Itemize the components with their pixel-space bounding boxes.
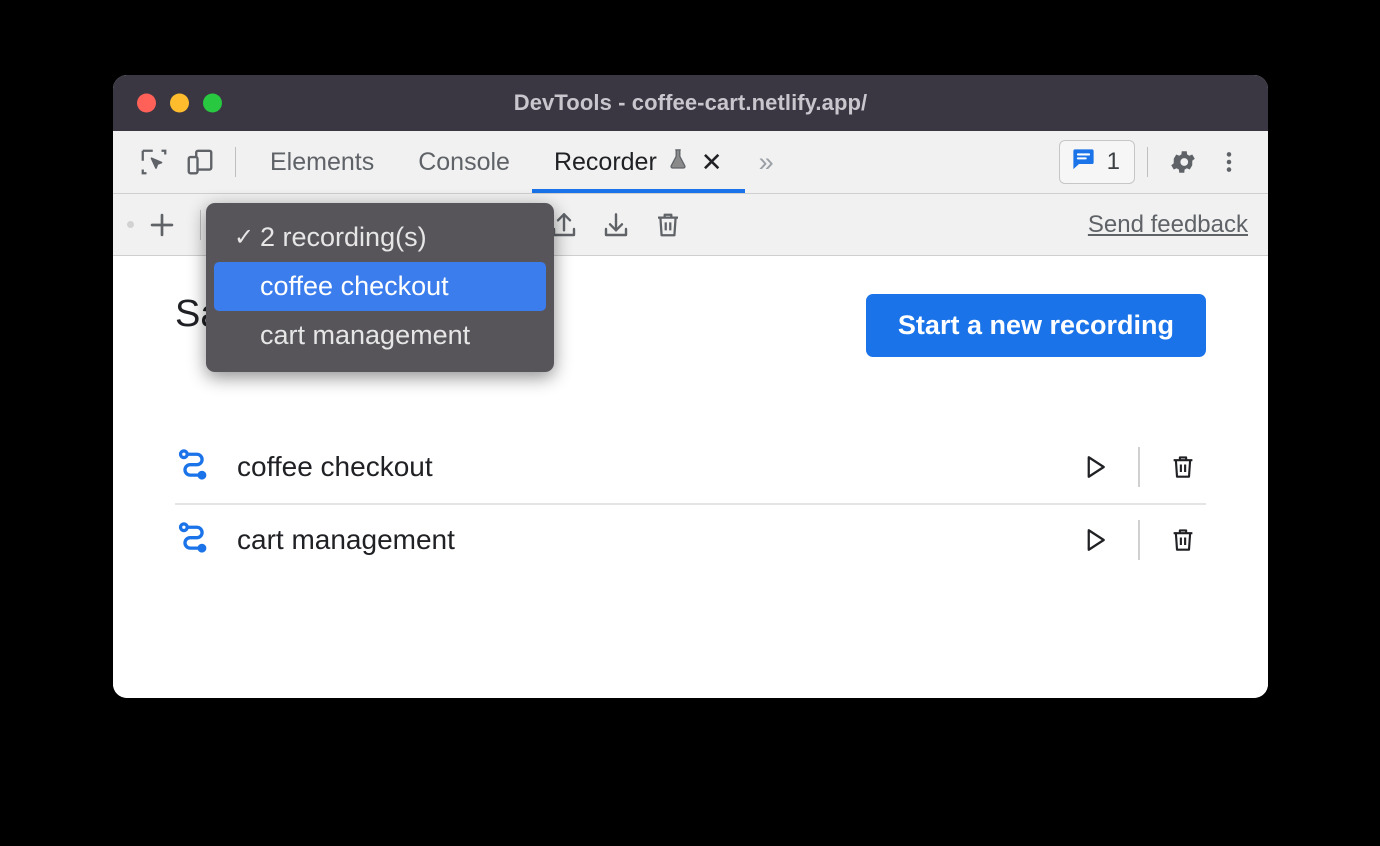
screenshot-root: DevTools - coffee-cart.netlify.app/ Elem… — [0, 0, 1380, 846]
add-recording-button[interactable] — [136, 202, 188, 248]
window-titlebar: DevTools - coffee-cart.netlify.app/ — [113, 75, 1268, 131]
dropdown-item-cart-management[interactable]: cart management — [214, 311, 546, 360]
check-icon: ✓ — [234, 224, 255, 251]
traffic-lights — [137, 93, 222, 113]
settings-gear-icon[interactable] — [1160, 139, 1206, 185]
delete-recording-button[interactable] — [642, 202, 694, 248]
window-title: DevTools - coffee-cart.netlify.app/ — [513, 90, 868, 115]
tab-elements-label: Elements — [270, 147, 375, 176]
row-action-divider — [1138, 447, 1140, 487]
delete-recording-row-button[interactable] — [1160, 444, 1206, 490]
inspect-element-icon[interactable] — [131, 139, 177, 185]
row-actions — [1072, 444, 1206, 490]
recording-icon — [175, 519, 213, 562]
table-row[interactable]: coffee checkout — [175, 431, 1206, 503]
dropdown-item-label: coffee checkout — [260, 271, 449, 301]
recording-name: coffee checkout — [237, 451, 433, 482]
delete-recording-row-button[interactable] — [1160, 517, 1206, 563]
row-action-divider — [1138, 520, 1140, 560]
send-feedback-link[interactable]: Send feedback — [1088, 211, 1248, 239]
device-toolbar-icon[interactable] — [177, 139, 223, 185]
toolbar-leading-dot — [127, 221, 134, 228]
tab-console-label: Console — [418, 147, 510, 176]
dropdown-item-coffee-checkout[interactable]: coffee checkout — [214, 262, 546, 311]
issues-button[interactable]: 1 — [1058, 140, 1135, 184]
replay-recording-button[interactable] — [1072, 444, 1118, 490]
issues-count: 1 — [1106, 148, 1120, 175]
tab-elements[interactable]: Elements — [248, 131, 396, 193]
tab-console[interactable]: Console — [396, 131, 532, 193]
replay-recording-button[interactable] — [1072, 517, 1118, 563]
dropdown-item-label: 2 recording(s) — [260, 222, 427, 252]
tabbar-right-actions: 1 — [1058, 139, 1252, 185]
tabbar-divider — [235, 147, 236, 177]
close-icon[interactable]: ✕ — [701, 149, 723, 175]
more-options-icon[interactable] — [1206, 139, 1252, 185]
minimize-window-button[interactable] — [170, 93, 189, 113]
tab-list: Elements Console Recorder ✕ » — [248, 131, 786, 193]
table-row[interactable]: cart management — [175, 503, 1206, 575]
more-tabs-icon[interactable]: » — [745, 147, 786, 178]
start-new-recording-button[interactable]: Start a new recording — [865, 294, 1206, 357]
recorder-toolbar-divider-1 — [200, 209, 201, 240]
close-window-button[interactable] — [137, 93, 156, 113]
tabbar-right-divider — [1147, 147, 1148, 177]
devtools-tabbar: Elements Console Recorder ✕ » 1 — [113, 131, 1268, 194]
row-actions — [1072, 517, 1206, 563]
recording-icon — [175, 446, 213, 489]
recording-name: cart management — [237, 524, 455, 555]
devtools-window: DevTools - coffee-cart.netlify.app/ Elem… — [113, 75, 1268, 698]
recording-selector-dropdown: ✓ 2 recording(s) coffee checkout cart ma… — [206, 203, 554, 372]
issues-icon — [1070, 146, 1097, 178]
zoom-window-button[interactable] — [203, 93, 222, 113]
import-recording-button[interactable] — [590, 202, 642, 248]
tab-recorder[interactable]: Recorder ✕ — [531, 131, 745, 193]
experiment-flask-icon — [667, 146, 689, 179]
dropdown-item-label: cart management — [260, 320, 471, 350]
dropdown-item-all-recordings[interactable]: ✓ 2 recording(s) — [214, 213, 546, 262]
tab-recorder-label: Recorder — [553, 147, 657, 176]
saved-recordings-list: coffee checkout cart management — [175, 431, 1206, 575]
